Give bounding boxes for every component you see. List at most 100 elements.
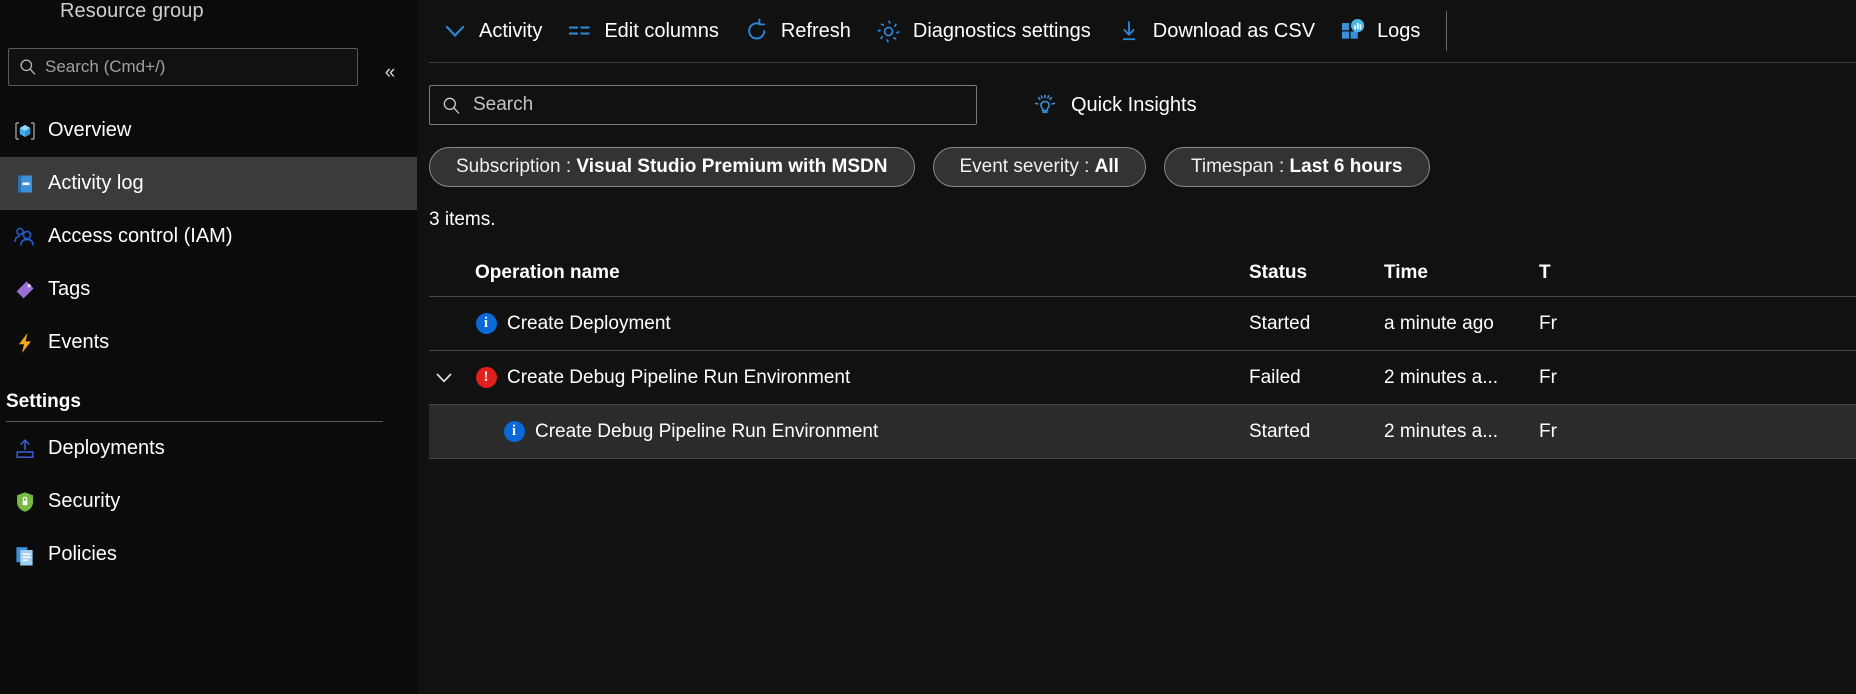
people-icon	[6, 222, 44, 252]
edit-columns-button[interactable]: Edit columns	[554, 11, 731, 51]
activity-search[interactable]	[429, 85, 977, 125]
sidebar-item-label: Tags	[48, 278, 91, 300]
resource-group-title: Resource group	[60, 0, 204, 22]
table-header-row: Operation name Status Time T	[429, 249, 1856, 297]
timespan-filter-label: Timespan : Last 6 hours	[1190, 156, 1403, 177]
search-icon	[19, 58, 37, 76]
azure-portal-activity-log: Resource group «	[0, 0, 1856, 694]
column-header-status[interactable]: Status	[1249, 262, 1384, 284]
lightbulb-icon	[1031, 91, 1059, 119]
row-operation-name: Create Debug Pipeline Run Environment	[535, 420, 879, 442]
row-status: Failed	[1249, 366, 1301, 388]
chevron-down-icon	[441, 17, 469, 45]
cube-icon	[6, 116, 44, 146]
toolbar-separator	[1446, 11, 1448, 51]
row-expand-chevron-icon[interactable]	[429, 367, 459, 389]
quick-insights-label: Quick Insights	[1071, 93, 1197, 116]
edit-columns-label: Edit columns	[604, 19, 719, 42]
row-time-grain: Fr	[1539, 312, 1557, 334]
row-operation-name-cell: ! Create Debug Pipeline Run Environment	[459, 367, 1249, 389]
documents-icon	[6, 540, 44, 570]
resource-group-header: Resource group	[0, 0, 417, 28]
search-icon	[442, 96, 461, 115]
sidebar-item-policies[interactable]: Policies	[0, 528, 417, 581]
row-operation-name-cell: i Create Debug Pipeline Run Environment	[459, 421, 1249, 443]
logs-button[interactable]: Logs	[1327, 11, 1432, 51]
sidebar-item-tags[interactable]: Tags	[0, 263, 417, 316]
sidebar-item-label: Activity log	[48, 172, 144, 194]
sidebar-item-events[interactable]: Events	[0, 316, 417, 369]
table-row[interactable]: i Create Debug Pipeline Run Environment …	[429, 405, 1856, 459]
column-header-time[interactable]: Time	[1384, 262, 1539, 284]
quick-insights-button[interactable]: Quick Insights	[1031, 91, 1197, 119]
download-icon	[1115, 17, 1143, 45]
shield-lock-icon	[6, 487, 44, 517]
sidebar-item-label: Policies	[48, 543, 117, 565]
logs-label: Logs	[1377, 19, 1421, 42]
sidebar-nav: Overview Activity log Access control (IA…	[0, 104, 417, 581]
info-icon: i	[503, 421, 525, 443]
column-header-time-grain[interactable]: T	[1539, 262, 1739, 284]
resource-group-icon	[8, 0, 52, 26]
toolbar-rule	[429, 62, 1856, 63]
refresh-button[interactable]: Refresh	[731, 11, 863, 51]
logs-icon	[1339, 17, 1367, 45]
sidebar-search[interactable]	[8, 48, 358, 86]
row-time: 2 minutes a...	[1384, 366, 1499, 388]
row-time-grain: Fr	[1539, 366, 1557, 388]
error-icon: !	[475, 367, 497, 389]
refresh-icon	[743, 17, 771, 45]
filter-bar: Quick Insights	[417, 85, 1856, 125]
row-status: Started	[1249, 420, 1311, 442]
sidebar: Resource group «	[0, 0, 417, 694]
edit-columns-icon	[566, 17, 594, 45]
table-row[interactable]: i Create Deployment Started a minute ago…	[429, 297, 1856, 351]
event-severity-filter-label: Event severity : All	[959, 156, 1119, 177]
command-toolbar: Activity Edit columns Refresh Diagnostic…	[417, 0, 1856, 62]
sidebar-item-activity-log[interactable]: Activity log	[0, 157, 417, 210]
download-csv-button[interactable]: Download as CSV	[1103, 11, 1327, 51]
info-icon: i	[475, 313, 497, 335]
sidebar-item-label: Access control (IAM)	[48, 225, 233, 247]
sidebar-section-settings: Settings	[6, 391, 81, 412]
sidebar-item-label: Events	[48, 331, 110, 353]
sidebar-item-label: Deployments	[48, 437, 165, 459]
activity-log-table: Operation name Status Time T i Create De…	[429, 249, 1856, 459]
tag-icon	[6, 275, 44, 305]
download-csv-label: Download as CSV	[1152, 19, 1316, 42]
sidebar-item-security[interactable]: Security	[0, 475, 417, 528]
subscription-filter-label: Subscription : Visual Studio Premium wit…	[456, 156, 888, 177]
search-input[interactable]	[45, 57, 347, 77]
gear-icon	[875, 17, 903, 45]
activity-label: Activity	[479, 19, 543, 42]
timespan-filter-pill[interactable]: Timespan : Last 6 hours	[1163, 147, 1430, 187]
sidebar-item-label: Security	[48, 490, 121, 512]
collapse-sidebar-button[interactable]: «	[374, 58, 406, 88]
column-header-operation-name[interactable]: Operation name	[459, 262, 1249, 284]
diagnostics-settings-button[interactable]: Diagnostics settings	[863, 11, 1103, 51]
row-time-grain: Fr	[1539, 420, 1557, 442]
table-row[interactable]: ! Create Debug Pipeline Run Environment …	[429, 351, 1856, 405]
sidebar-item-overview[interactable]: Overview	[0, 104, 417, 157]
sidebar-item-deployments[interactable]: Deployments	[0, 422, 417, 475]
row-operation-name: Create Deployment	[507, 312, 671, 334]
row-operation-name: Create Debug Pipeline Run Environment	[507, 366, 851, 388]
lightning-icon	[6, 328, 44, 358]
activity-log-icon	[6, 169, 44, 199]
sidebar-item-label: Overview	[48, 119, 132, 141]
subscription-filter-pill[interactable]: Subscription : Visual Studio Premium wit…	[429, 147, 915, 187]
activity-button[interactable]: Activity	[429, 11, 554, 51]
sidebar-item-access-control[interactable]: Access control (IAM)	[0, 210, 417, 263]
upload-icon	[6, 434, 44, 464]
row-operation-name-cell: i Create Deployment	[459, 313, 1249, 335]
row-status: Started	[1249, 312, 1311, 334]
row-time: 2 minutes a...	[1384, 420, 1499, 442]
event-severity-filter-pill[interactable]: Event severity : All	[932, 147, 1146, 187]
items-count: 3 items.	[429, 209, 496, 230]
main-content: Activity Edit columns Refresh Diagnostic…	[417, 0, 1856, 694]
row-time: a minute ago	[1384, 312, 1494, 334]
refresh-label: Refresh	[780, 19, 851, 42]
diagnostics-settings-label: Diagnostics settings	[912, 19, 1091, 42]
filter-pills: Subscription : Visual Studio Premium wit…	[417, 147, 1856, 187]
activity-search-input[interactable]	[471, 93, 964, 117]
